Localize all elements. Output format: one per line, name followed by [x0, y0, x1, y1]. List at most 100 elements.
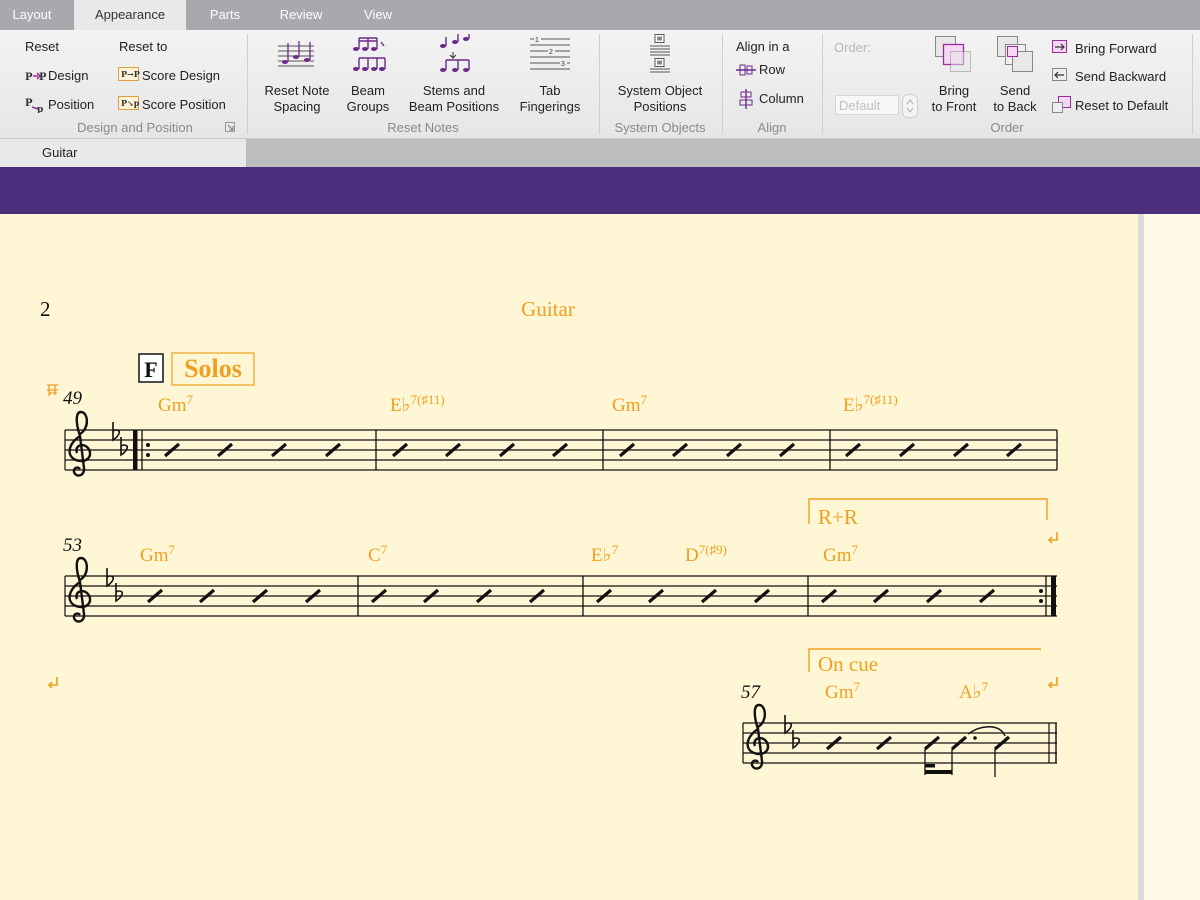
tab-view[interactable]: View — [352, 0, 404, 30]
bar-number: 49 — [63, 388, 83, 409]
system-3[interactable]: On cue 57 Gm7 A♭7 — [741, 648, 1058, 777]
svg-text:P: P — [25, 72, 33, 83]
score-page[interactable]: 2 Guitar F Solos 49 Gm7 E♭7(♯11) Gm7 E♭7… — [0, 214, 1138, 900]
tab-layout[interactable]: Layout — [0, 0, 64, 30]
tab-appearance[interactable]: Appearance — [74, 0, 186, 30]
bar-number: 57 — [741, 682, 762, 703]
reset-tab-fingerings-button[interactable]: Tab Fingerings — [512, 83, 588, 115]
send-back-line1: Send — [999, 83, 1031, 98]
send-backward-button[interactable]: Send Backward — [1075, 69, 1166, 84]
chord-symbol[interactable]: E♭7(♯11) — [843, 392, 898, 416]
order-input[interactable]: Default — [835, 95, 899, 115]
document-tab-guitar[interactable]: Guitar — [0, 139, 246, 167]
score-design-icon: P→P — [118, 67, 140, 81]
beam-groups-line2: Groups — [346, 99, 390, 114]
score-canvas: 2 Guitar F Solos 49 Gm7 E♭7(♯11) Gm7 E♭7… — [40, 297, 1058, 777]
bring-forward-button[interactable]: Bring Forward — [1075, 41, 1157, 56]
ribbon: Reset Reset to P P Design P p Position P… — [0, 30, 1200, 139]
beam-groups-icon — [353, 37, 386, 71]
chord-symbol[interactable]: Gm7 — [158, 392, 194, 416]
order-spinner[interactable] — [902, 94, 918, 118]
group-label-align: Align — [757, 120, 787, 135]
reset-score-design-button[interactable]: Score Design — [142, 68, 220, 83]
align-row-icon — [736, 64, 756, 76]
svg-text:2: 2 — [549, 49, 553, 56]
spinner-arrows-icon — [906, 99, 914, 113]
reset-score-position-button[interactable]: Score Position — [142, 97, 226, 112]
slash-notes[interactable] — [825, 726, 1011, 777]
tab-review[interactable]: Review — [266, 0, 336, 30]
page-number: 2 — [40, 297, 51, 321]
group-label-reset-notes: Reset Notes — [387, 120, 459, 135]
line-break-icon[interactable] — [1047, 677, 1058, 689]
reset-heading: Reset — [25, 39, 59, 54]
bring-front-line2: to Front — [931, 99, 977, 114]
ending-text: R+R — [818, 505, 858, 529]
treble-clef[interactable] — [746, 703, 770, 770]
stems-line1: Stems and — [422, 83, 486, 98]
svg-text:P: P — [39, 72, 46, 83]
chord-symbol[interactable]: Gm7 — [823, 542, 859, 566]
group-label-system-objects: System Objects — [614, 120, 706, 135]
reset-stems-beams-button[interactable]: Stems and Beam Positions — [402, 83, 506, 115]
svg-text:1: 1 — [535, 37, 539, 44]
system-break-icon[interactable] — [47, 384, 58, 397]
group-separator — [722, 34, 723, 134]
rehearsal-mark: F — [144, 357, 157, 382]
align-row-button[interactable]: Row — [759, 62, 785, 77]
align-column-button[interactable]: Column — [759, 91, 804, 106]
send-to-back-icon — [997, 36, 1033, 72]
system-2[interactable]: 53 R+R Gm7 C7 E♭7 D7(♯9) Gm7 — [63, 498, 1058, 623]
chord-symbol[interactable]: Gm7 — [140, 542, 176, 566]
reset-position-button[interactable]: Position — [48, 97, 94, 112]
key-flat — [112, 421, 121, 441]
reset-position-icon: P p — [25, 98, 43, 113]
line-break-icon[interactable] — [1047, 532, 1058, 544]
reset-design-button[interactable]: Design — [48, 68, 88, 83]
chord-symbol[interactable]: C7 — [368, 542, 388, 566]
treble-clef[interactable] — [68, 556, 92, 623]
send-back-line2: to Back — [993, 99, 1037, 114]
bar-number: 53 — [63, 535, 82, 556]
key-flat — [106, 567, 115, 587]
system-object-line1: System Object — [617, 83, 703, 98]
chord-symbol[interactable]: D7(♯9) — [685, 542, 727, 566]
chord-symbol[interactable]: E♭7 — [591, 542, 619, 566]
svg-text:p: p — [37, 105, 43, 113]
group-separator — [822, 34, 823, 134]
dialog-launcher-icon[interactable] — [225, 122, 236, 133]
page-edge — [1138, 214, 1144, 900]
reset-beam-groups-button[interactable]: Beam Groups — [340, 83, 396, 115]
tab-fingerings-line2: Fingerings — [519, 99, 581, 114]
stems-line2: Beam Positions — [408, 99, 500, 114]
group-separator — [599, 34, 600, 134]
reset-to-default-button[interactable]: Reset to Default — [1075, 98, 1168, 113]
chord-symbol[interactable]: Gm7 — [612, 392, 648, 416]
reset-to-heading: Reset to — [119, 39, 168, 54]
system-object-line2: Positions — [633, 99, 687, 114]
bring-to-front-button[interactable]: Bring to Front — [922, 83, 986, 115]
tab-fingerings-line1: Tab — [539, 83, 561, 98]
repeat-start-thick — [133, 430, 138, 470]
send-to-back-button[interactable]: Send to Back — [986, 83, 1044, 115]
system-object-positions-button[interactable]: System Object Positions — [606, 83, 714, 115]
beam-groups-line1: Beam — [351, 83, 385, 98]
view-header-bar — [0, 167, 1200, 214]
treble-clef[interactable] — [68, 410, 92, 477]
tab-fingerings-icon: 1 2 3 — [530, 36, 570, 70]
part-title: Guitar — [521, 297, 575, 321]
chord-symbol[interactable]: Gm7 — [825, 679, 861, 703]
svg-text:P: P — [25, 98, 33, 109]
chord-symbol[interactable]: E♭7(♯11) — [390, 392, 445, 416]
group-separator — [1192, 34, 1193, 134]
system-1[interactable]: 49 Gm7 E♭7(♯11) Gm7 E♭7(♯11) — [47, 384, 1058, 477]
tie[interactable] — [967, 726, 1006, 737]
bring-front-line1: Bring — [938, 83, 970, 98]
tab-parts[interactable]: Parts — [196, 0, 254, 30]
line-break-icon[interactable] — [47, 677, 58, 689]
svg-text:3: 3 — [561, 61, 565, 68]
send-backward-icon — [1052, 68, 1067, 81]
reset-note-spacing-button[interactable]: Reset Note Spacing — [258, 83, 336, 115]
section-text: Solos — [184, 354, 242, 383]
chord-symbol[interactable]: A♭7 — [959, 679, 989, 703]
